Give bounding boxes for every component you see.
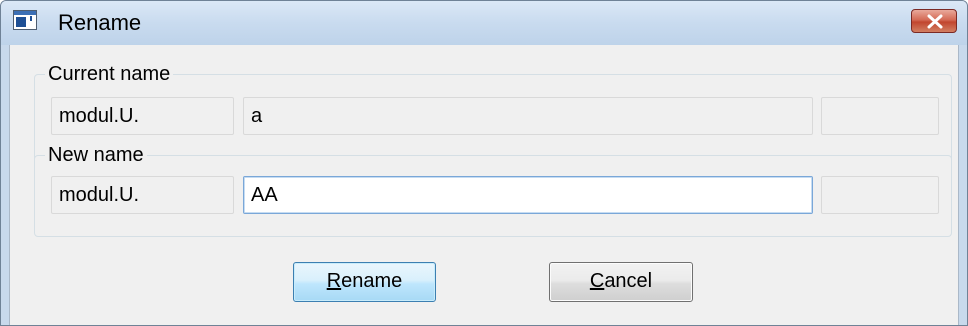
cancel-button[interactable]: Cancel (549, 262, 693, 302)
rename-button-label: ename (341, 270, 403, 292)
close-button[interactable] (911, 9, 957, 33)
new-name-legend: New name (45, 144, 147, 166)
app-window-icon (13, 10, 37, 30)
current-prefix-field: modul.U. (51, 97, 234, 135)
new-name-input[interactable] (243, 176, 813, 214)
cancel-button-mnemonic: C (589, 270, 605, 292)
current-suffix-field (821, 97, 939, 135)
new-suffix-field (821, 176, 939, 214)
current-name-field: a (243, 97, 813, 135)
title-bar[interactable]: Rename (1, 1, 967, 45)
cancel-button-label: ancel (604, 270, 653, 292)
new-prefix-field: modul.U. (51, 176, 234, 214)
rename-button-mnemonic: R (326, 270, 342, 292)
rename-button[interactable]: Rename (293, 262, 436, 302)
current-name-legend: Current name (45, 63, 174, 85)
close-icon (927, 14, 943, 29)
dialog-body: Current name modul.U. a New name modul.U… (9, 45, 959, 325)
window-title: Rename (58, 10, 142, 35)
rename-dialog: Rename Current name modul.U. a New name … (0, 0, 968, 326)
